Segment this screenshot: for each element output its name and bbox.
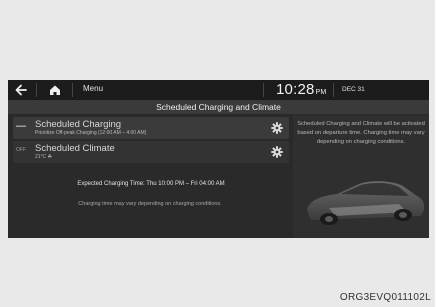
scheduled-climate-row[interactable]: OFF Scheduled Climate 21°C ☘ <box>13 141 289 163</box>
gear-icon[interactable] <box>271 122 283 134</box>
charging-status-icon: ▬▬ <box>16 123 26 129</box>
figure-code-caption: ORG3EVQ011102L <box>339 292 431 303</box>
scheduled-climate-subtitle: 21°C ☘ <box>35 154 53 160</box>
divider <box>72 83 73 97</box>
gear-icon[interactable] <box>271 146 283 158</box>
infotainment-screen: Menu 10:28PM DEC 31 Scheduled Charging a… <box>8 80 429 238</box>
scheduled-charging-row[interactable]: ▬▬ Scheduled Charging Prioritize Off-pea… <box>13 117 289 139</box>
charging-note: Charging time may vary depending on char… <box>78 201 222 207</box>
climate-status-icon: OFF <box>16 147 26 153</box>
divider <box>333 83 334 97</box>
clock: 10:28PM <box>276 81 326 98</box>
page-frame: Menu 10:28PM DEC 31 Scheduled Charging a… <box>0 0 435 307</box>
date-label: DEC 31 <box>342 86 365 93</box>
scheduled-charging-subtitle: Prioritize Off-peak Charging (12:00 AM –… <box>35 130 147 136</box>
clock-ampm: PM <box>315 89 327 96</box>
clock-time: 10:28 <box>276 81 315 98</box>
back-arrow-icon[interactable] <box>13 82 29 98</box>
menu-button[interactable]: Menu <box>83 84 103 93</box>
scheduled-charging-title: Scheduled Charging <box>35 119 122 130</box>
scheduled-climate-title: Scheduled Climate <box>35 143 115 154</box>
home-icon[interactable] <box>48 83 62 97</box>
page-title: Scheduled Charging and Climate <box>8 101 429 114</box>
divider <box>36 83 37 97</box>
divider <box>263 83 264 97</box>
info-panel-text: Scheduled Charging and Climate will be a… <box>297 121 425 145</box>
car-illustration <box>307 181 425 225</box>
expected-charging-time: Expected Charging Time: Thu 10:00 PM – F… <box>77 181 225 187</box>
top-bar: Menu 10:28PM DEC 31 <box>8 80 429 101</box>
